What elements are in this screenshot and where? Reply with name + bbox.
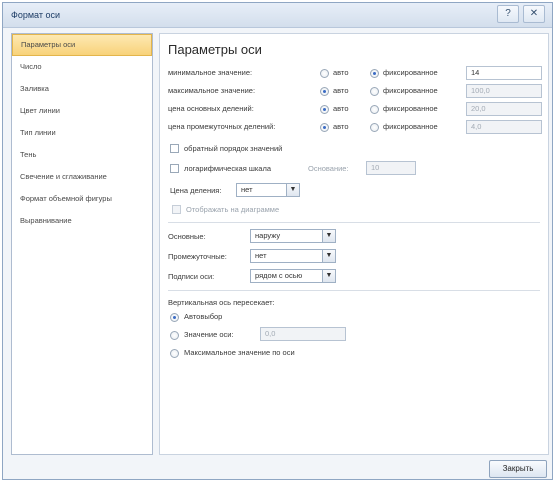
reverse-order-checkbox[interactable] [170,144,179,153]
min-value-label: минимальное значение: [168,68,253,77]
minor-unit-label: цена промежуточных делений: [168,122,276,131]
crosses-auto-label: Автовыбор [184,312,223,321]
axis-options-panel: Параметры оси минимальное значение: авто… [159,33,549,455]
min-fixed-label: фиксированное [383,68,438,77]
display-units-value: нет [241,185,253,194]
log-scale-checkbox[interactable] [170,164,179,173]
close-button[interactable]: Закрыть [489,460,547,478]
max-value-label: максимальное значение: [168,86,256,95]
major-fixed-radio[interactable] [370,105,379,114]
crosses-value-radio[interactable] [170,331,179,340]
chevron-down-icon[interactable]: ▼ [322,250,335,262]
max-auto-radio[interactable] [320,87,329,96]
axis-labels-label: Подписи оси: [168,272,215,281]
log-base-field[interactable]: 10 [366,161,416,175]
panel-title: Параметры оси [168,42,262,57]
max-fixed-label: фиксированное [383,86,438,95]
show-units-label: Отображать на диаграмме [186,205,280,214]
dialog-title: Формат оси [11,10,61,20]
show-units-checkbox[interactable] [172,205,181,214]
separator [168,222,540,223]
min-auto-radio[interactable] [320,69,329,78]
sidebar-item-axis-options[interactable]: Параметры оси [12,34,152,56]
crosses-max-radio[interactable] [170,349,179,358]
log-scale-label: логарифмическая шкала [184,164,272,173]
sidebar-item-glow[interactable]: Свечение и сглаживание [12,166,152,188]
axis-labels-value: рядом с осью [255,271,303,280]
sidebar: Параметры оси Число Заливка Цвет линии Т… [11,33,153,455]
sidebar-item-number[interactable]: Число [12,56,152,78]
major-unit-field[interactable]: 20,0 [466,102,542,116]
sidebar-item-alignment[interactable]: Выравнивание [12,210,152,232]
max-fixed-radio[interactable] [370,87,379,96]
minor-unit-field[interactable]: 4,0 [466,120,542,134]
chevron-down-icon[interactable]: ▼ [286,184,299,196]
crosses-value-field[interactable]: 0,0 [260,327,346,341]
major-fixed-label: фиксированное [383,104,438,113]
help-button[interactable]: ? [497,5,519,23]
max-auto-label: авто [333,86,349,95]
crosses-max-label: Максимальное значение по оси [184,348,295,357]
chevron-down-icon[interactable]: ▼ [322,230,335,242]
display-units-select[interactable]: нет ▼ [236,183,300,197]
reverse-order-label: обратный порядок значений [184,144,283,153]
log-base-label: Основание: [308,164,349,173]
sidebar-item-shadow[interactable]: Тень [12,144,152,166]
minor-fixed-radio[interactable] [370,123,379,132]
title-bar[interactable]: Формат оси ? ✕ [3,3,552,28]
minor-tick-label: Промежуточные: [168,252,227,261]
crosses-value-label: Значение оси: [184,330,234,339]
display-units-label: Цена деления: [170,186,222,195]
crosses-auto-radio[interactable] [170,313,179,322]
minor-tick-select[interactable]: нет ▼ [250,249,336,263]
minor-fixed-label: фиксированное [383,122,438,131]
min-fixed-radio[interactable] [370,69,379,78]
format-axis-dialog: Формат оси ? ✕ Параметры оси Число Залив… [2,2,553,480]
axis-labels-select[interactable]: рядом с осью ▼ [250,269,336,283]
major-auto-label: авто [333,104,349,113]
sidebar-item-line-color[interactable]: Цвет линии [12,100,152,122]
major-auto-radio[interactable] [320,105,329,114]
close-icon[interactable]: ✕ [523,5,545,23]
min-value-field[interactable]: 14 [466,66,542,80]
major-tick-value: наружу [255,231,281,240]
sidebar-item-fill[interactable]: Заливка [12,78,152,100]
sidebar-item-line-style[interactable]: Тип линии [12,122,152,144]
minor-tick-value: нет [255,251,267,260]
sidebar-item-3d-format[interactable]: Формат объемной фигуры [12,188,152,210]
major-unit-label: цена основных делений: [168,104,254,113]
minor-auto-radio[interactable] [320,123,329,132]
major-tick-label: Основные: [168,232,206,241]
chevron-down-icon[interactable]: ▼ [322,270,335,282]
max-value-field[interactable]: 100,0 [466,84,542,98]
crosses-title: Вертикальная ось пересекает: [168,298,275,307]
major-tick-select[interactable]: наружу ▼ [250,229,336,243]
minor-auto-label: авто [333,122,349,131]
min-auto-label: авто [333,68,349,77]
separator [168,290,540,291]
